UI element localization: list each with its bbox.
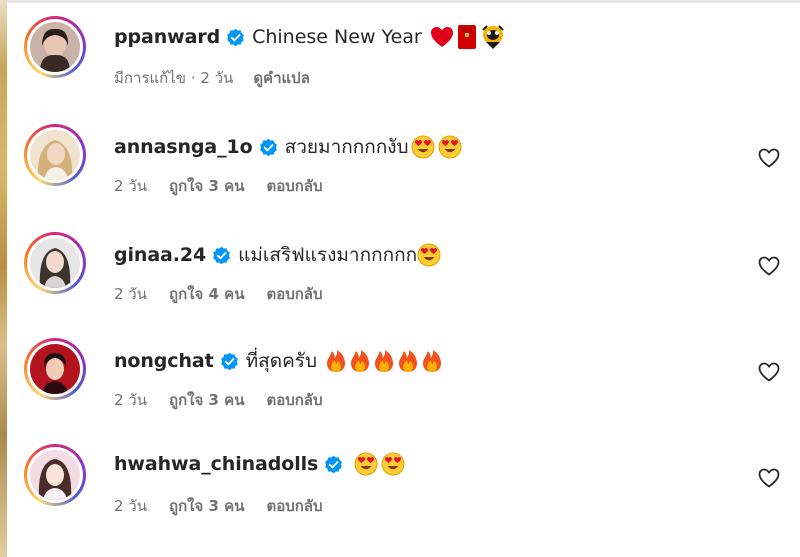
like-heart-icon[interactable] xyxy=(758,256,780,276)
likes-count-button[interactable]: ถูกใจ 3 คน xyxy=(169,388,244,412)
comment-item: ginaa.24 แม่เสริฟแรงมากกกกก 2 วัน ถูกใจ … xyxy=(24,232,800,322)
reply-button[interactable]: ตอบกลับ xyxy=(266,174,322,198)
verified-badge-icon xyxy=(220,352,239,371)
see-translation-button[interactable]: ดูคำแปล xyxy=(253,66,310,90)
fire-icon xyxy=(373,349,395,373)
comment-text: แม่เสริฟแรงมากกกกก xyxy=(238,244,418,266)
top-divider xyxy=(7,0,800,3)
username[interactable]: nongchat xyxy=(114,350,214,372)
timestamp[interactable]: 2 วัน xyxy=(114,388,147,412)
post-caption: ppanward Chinese New Year มีการแก้ไข · 2… xyxy=(24,16,800,106)
avatar-story-ring[interactable] xyxy=(24,16,86,78)
like-heart-icon[interactable] xyxy=(758,362,780,382)
comment-item: hwahwa_chinadolls 2 วัน ถูกใจ 3 คน ตอบกล… xyxy=(24,444,800,534)
avatar-story-ring[interactable] xyxy=(24,444,86,506)
heart-eyes-icon xyxy=(354,452,378,476)
fire-icon xyxy=(349,349,371,373)
reply-button[interactable]: ตอบกลับ xyxy=(266,388,322,412)
likes-count-button[interactable]: ถูกใจ 3 คน xyxy=(169,174,244,198)
avatar-story-ring[interactable] xyxy=(24,338,86,400)
separator-dot: · xyxy=(186,69,201,87)
red-envelope-icon xyxy=(457,24,477,50)
heart-eyes-icon xyxy=(411,135,435,159)
avatar xyxy=(30,238,80,288)
username[interactable]: ppanward xyxy=(114,26,220,48)
avatar-story-ring[interactable] xyxy=(24,232,86,294)
timestamp[interactable]: 2 วัน xyxy=(114,174,147,198)
background-photo-edge xyxy=(0,0,7,557)
comment-item: nongchat ที่สุดครับ 2 วัน ถูกใจ 3 คน ตอบ… xyxy=(24,338,800,428)
heart-eyes-icon xyxy=(438,135,462,159)
likes-count-button[interactable]: ถูกใจ 4 คน xyxy=(169,282,244,306)
avatar xyxy=(30,450,80,500)
avatar xyxy=(30,344,80,394)
heart-eyes-icon xyxy=(381,452,405,476)
avatar xyxy=(30,22,80,72)
username[interactable]: ginaa.24 xyxy=(114,244,206,266)
fire-icon xyxy=(325,349,347,373)
comment-item: annasnga_1o สวยมากกกกงับ 2 วัน ถูกใจ 3 ค… xyxy=(24,124,800,214)
likes-count-button[interactable]: ถูกใจ 3 คน xyxy=(169,494,244,518)
avatar xyxy=(30,130,80,180)
comment-text: สวยมากกกกงับ xyxy=(284,136,409,158)
verified-badge-icon xyxy=(259,138,278,157)
timestamp[interactable]: 2 วัน xyxy=(114,282,147,306)
like-heart-icon[interactable] xyxy=(758,148,780,168)
avatar-story-ring[interactable] xyxy=(24,124,86,186)
lion-dance-icon xyxy=(480,24,506,50)
heart-eyes-icon xyxy=(417,243,441,267)
red-heart-icon xyxy=(430,26,454,48)
verified-badge-icon xyxy=(226,28,245,47)
fire-icon xyxy=(421,349,443,373)
caption-text: Chinese New Year xyxy=(252,26,422,48)
reply-button[interactable]: ตอบกลับ xyxy=(266,282,322,306)
username[interactable]: annasnga_1o xyxy=(114,136,253,158)
verified-badge-icon xyxy=(212,246,231,265)
timestamp[interactable]: 2 วัน xyxy=(200,66,233,90)
timestamp[interactable]: 2 วัน xyxy=(114,494,147,518)
username[interactable]: hwahwa_chinadolls xyxy=(114,453,318,475)
fire-icon xyxy=(397,349,419,373)
comment-text: ที่สุดครับ xyxy=(245,350,318,372)
like-heart-icon[interactable] xyxy=(758,468,780,488)
verified-badge-icon xyxy=(324,455,343,474)
reply-button[interactable]: ตอบกลับ xyxy=(266,494,322,518)
edited-label: มีการแก้ไข xyxy=(114,69,186,87)
